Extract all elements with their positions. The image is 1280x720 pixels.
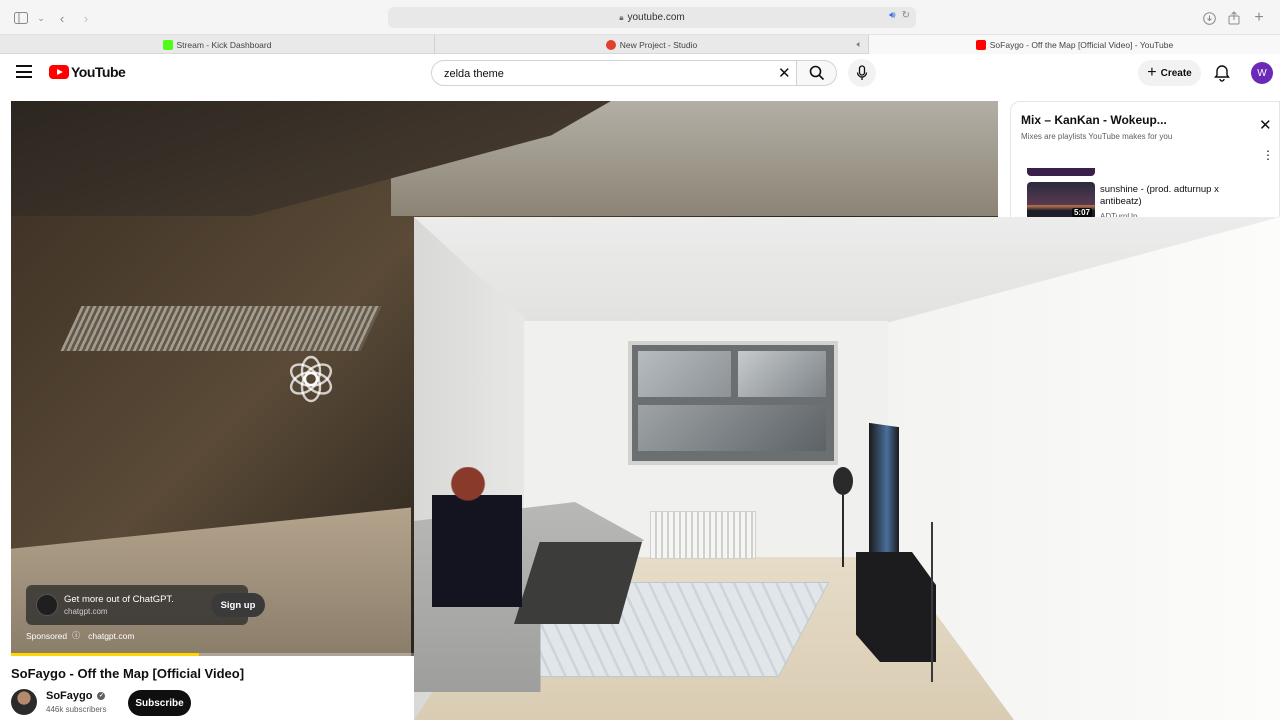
forward-icon[interactable]: › [77, 9, 95, 27]
browser-toolbar: ⌄ ‹ › 🔒︎ youtube.com 🔊︎ ↻ + [0, 0, 1280, 35]
more-vertical-icon[interactable]: ⋮ [1262, 148, 1274, 162]
create-button[interactable]: + Create [1138, 60, 1201, 86]
tab-bar: Stream - Kick Dashboard New Project - St… [0, 35, 1280, 54]
verified-check-icon: ✓ [97, 692, 106, 700]
camera-feed-overlay [414, 217, 1280, 720]
openai-logo-icon [289, 355, 333, 403]
share-icon[interactable] [1225, 9, 1243, 27]
mix-subtitle: Mixes are playlists YouTube makes for yo… [1021, 132, 1173, 141]
ad-overlay-card[interactable]: Get more out of ChatGPT. chatgpt.com Sig… [26, 585, 265, 625]
account-avatar[interactable]: W [1251, 62, 1273, 84]
subscriber-count: 446k subscribers [46, 705, 107, 714]
room-tv-stand [856, 552, 936, 662]
logo-text: YouTube [71, 64, 126, 80]
reload-icon[interactable]: ↻ [902, 10, 910, 21]
address-bar[interactable]: 🔒︎ youtube.com 🔊︎ ↻ [388, 7, 916, 28]
ad-signup-button[interactable]: Sign up [211, 593, 265, 617]
mix-item-thumbnail[interactable] [1027, 168, 1095, 176]
ad-domain: chatgpt.com [64, 607, 108, 616]
video-title: SoFaygo - Off the Map [Official Video] [11, 666, 245, 681]
tab-label: New Project - Studio [619, 39, 698, 50]
mix-title[interactable]: Mix – KanKan - Wokeup... [1021, 113, 1167, 127]
duration-badge: 5:07 [1071, 208, 1092, 217]
youtube-favicon-icon [975, 39, 986, 50]
kick-favicon-icon [162, 39, 173, 50]
sponsored-domain[interactable]: chatgpt.com [88, 631, 134, 641]
video-progress-fill [11, 653, 199, 656]
search-box: ✕ [431, 60, 797, 86]
back-icon[interactable]: ‹ [53, 9, 71, 27]
speaker-icon[interactable]: 🔈︎ [857, 39, 862, 50]
lock-icon: 🔒︎ [619, 12, 624, 22]
channel-name[interactable]: SoFaygo [46, 690, 92, 702]
address-url: youtube.com [627, 12, 685, 23]
studio-favicon-icon [605, 39, 616, 50]
speaker-icon[interactable]: 🔊︎ [889, 10, 895, 21]
room-person [432, 467, 522, 607]
room-radiator [650, 511, 756, 559]
notifications-bell-icon[interactable] [1213, 64, 1231, 82]
mix-playlist-panel: Mix – KanKan - Wokeup... Mixes are playl… [1010, 101, 1280, 221]
menu-icon[interactable] [16, 65, 32, 79]
new-tab-icon[interactable]: + [1250, 9, 1268, 27]
youtube-header: YouTube ✕ + Create W [0, 54, 1280, 94]
search-input[interactable] [444, 65, 764, 82]
tab-studio[interactable]: New Project - Studio 🔈︎ [435, 35, 869, 54]
create-label: Create [1160, 67, 1192, 79]
channel-avatar[interactable] [11, 689, 37, 715]
info-icon[interactable]: ⓘ [72, 630, 80, 641]
video-frame-engine [60, 306, 382, 351]
tab-youtube[interactable]: SoFaygo - Off the Map [Official Video] -… [869, 35, 1280, 54]
search-icon [809, 65, 824, 81]
plus-icon: + [1147, 64, 1157, 81]
close-icon[interactable]: ✕ [1259, 116, 1272, 134]
chatgpt-logo-icon [36, 594, 58, 616]
chevron-down-icon[interactable]: ⌄ [32, 9, 50, 27]
subscribe-button[interactable]: Subscribe [128, 690, 191, 716]
youtube-play-icon [49, 65, 69, 79]
room-window [628, 341, 838, 465]
sponsored-row: Sponsored ⓘ chatgpt.com [26, 630, 134, 641]
channel-name-row[interactable]: SoFaygo ✓ [46, 690, 106, 702]
youtube-logo[interactable]: YouTube [49, 64, 126, 80]
close-icon[interactable]: ✕ [778, 64, 791, 82]
tab-label: SoFaygo - Off the Map [Official Video] -… [989, 39, 1174, 50]
downloads-icon[interactable] [1200, 9, 1218, 27]
room-tripod [931, 522, 933, 682]
sidebar-toggle-icon[interactable] [12, 9, 30, 27]
tab-kick-dashboard[interactable]: Stream - Kick Dashboard [0, 35, 435, 54]
mix-item-thumbnail[interactable]: 5:07 [1027, 182, 1095, 220]
sponsored-label: Sponsored [26, 630, 68, 641]
tab-label: Stream - Kick Dashboard [176, 39, 272, 50]
voice-search-button[interactable] [848, 59, 876, 87]
microphone-icon [856, 65, 868, 80]
ad-title: Get more out of ChatGPT. [64, 594, 174, 605]
mix-item-title[interactable]: sunshine - (prod. adturnup x antibeatz) [1100, 184, 1240, 208]
search-button[interactable] [797, 60, 837, 86]
